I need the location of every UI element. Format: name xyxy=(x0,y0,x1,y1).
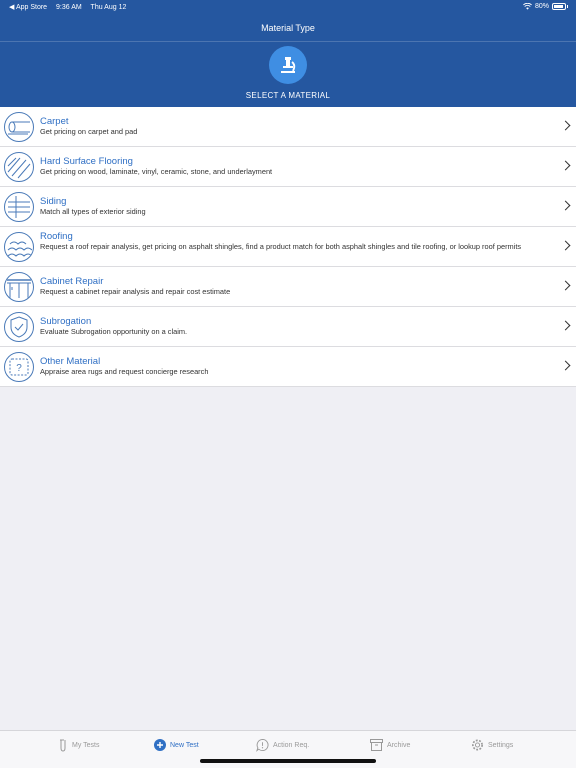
chevron-right-icon xyxy=(560,280,571,291)
archive-box-icon xyxy=(370,738,383,752)
chevron-right-icon xyxy=(560,360,571,371)
battery-percent: 80% xyxy=(534,3,549,10)
material-item-cabinet-repair[interactable]: Cabinet Repair Request a cabinet repair … xyxy=(0,267,576,307)
tab-new-test[interactable]: New Test xyxy=(153,738,199,752)
svg-text:?: ? xyxy=(16,363,22,374)
chevron-right-icon xyxy=(560,160,571,171)
test-tube-icon xyxy=(55,738,68,752)
roof-shingles-icon xyxy=(4,232,34,262)
chevron-right-icon xyxy=(560,240,571,251)
material-description: Appraise area rugs and request concierge… xyxy=(40,367,209,376)
material-description: Request a cabinet repair analysis and re… xyxy=(40,287,231,296)
carpet-roll-icon xyxy=(4,112,34,142)
header: Material Type SELECT A MATERIAL xyxy=(0,14,576,107)
alert-bubble-icon xyxy=(256,738,269,752)
material-description: Match all types of exterior siding xyxy=(40,207,146,216)
material-description: Evaluate Subrogation opportunity on a cl… xyxy=(40,327,188,336)
wifi-icon xyxy=(523,3,532,10)
material-title: Roofing xyxy=(40,231,73,242)
siding-icon xyxy=(4,192,34,222)
material-title: Siding xyxy=(40,196,67,207)
tab-label: Action Req. xyxy=(273,741,310,749)
page-title: Material Type xyxy=(261,23,315,33)
material-item-other-material[interactable]: ? Other Material Appraise area rugs and … xyxy=(0,347,576,387)
plus-circle-icon xyxy=(153,738,166,752)
tab-action-required[interactable]: Action Req. xyxy=(256,738,309,752)
status-bar: ◀ App Store 9:36 AM Thu Aug 12 80% xyxy=(0,0,576,14)
material-title: Carpet xyxy=(40,116,69,127)
chevron-right-icon xyxy=(560,320,571,331)
material-item-carpet[interactable]: Carpet Get pricing on carpet and pad xyxy=(0,107,576,147)
material-item-hard-surface-flooring[interactable]: Hard Surface Flooring Get pricing on woo… xyxy=(0,147,576,187)
tab-label: Settings xyxy=(488,741,514,749)
battery-icon xyxy=(552,3,566,10)
material-item-subrogation[interactable]: Subrogation Evaluate Subrogation opportu… xyxy=(0,307,576,347)
status-time: 9:36 AM xyxy=(56,4,82,11)
material-title: Cabinet Repair xyxy=(40,276,104,287)
material-title: Hard Surface Flooring xyxy=(40,156,133,167)
material-description: Get pricing on carpet and pad xyxy=(40,127,138,136)
material-description: Request a roof repair analysis, get pric… xyxy=(40,242,522,251)
header-divider xyxy=(0,41,576,42)
tab-label: Archive xyxy=(387,741,411,749)
chevron-right-icon xyxy=(560,120,571,131)
tab-label: My Tests xyxy=(72,741,100,749)
home-indicator xyxy=(200,759,376,763)
material-title: Other Material xyxy=(40,356,101,367)
material-title: Subrogation xyxy=(40,316,92,327)
shield-check-icon xyxy=(4,312,34,342)
status-date: Thu Aug 12 xyxy=(90,4,127,11)
material-item-roofing[interactable]: Roofing Request a roof repair analysis, … xyxy=(0,227,576,267)
cabinet-icon xyxy=(4,272,34,302)
back-to-app-store-link[interactable]: ◀ App Store xyxy=(9,4,47,11)
material-list: Carpet Get pricing on carpet and pad Har… xyxy=(0,107,576,387)
question-rug-icon: ? xyxy=(4,352,34,382)
tab-label: New Test xyxy=(170,741,199,749)
gear-icon xyxy=(471,738,484,752)
material-description: Get pricing on wood, laminate, vinyl, ce… xyxy=(40,167,273,176)
tab-bar: My Tests New Test Action Req. Archive Se… xyxy=(0,730,576,768)
microscope-icon xyxy=(269,46,307,84)
tab-my-tests[interactable]: My Tests xyxy=(55,738,100,752)
tab-archive[interactable]: Archive xyxy=(370,738,410,752)
flooring-icon xyxy=(4,152,34,182)
material-item-siding[interactable]: Siding Match all types of exterior sidin… xyxy=(0,187,576,227)
header-subtitle: SELECT A MATERIAL xyxy=(245,91,331,100)
battery-tip xyxy=(567,5,568,8)
chevron-right-icon xyxy=(560,200,571,211)
tab-settings[interactable]: Settings xyxy=(471,738,513,752)
